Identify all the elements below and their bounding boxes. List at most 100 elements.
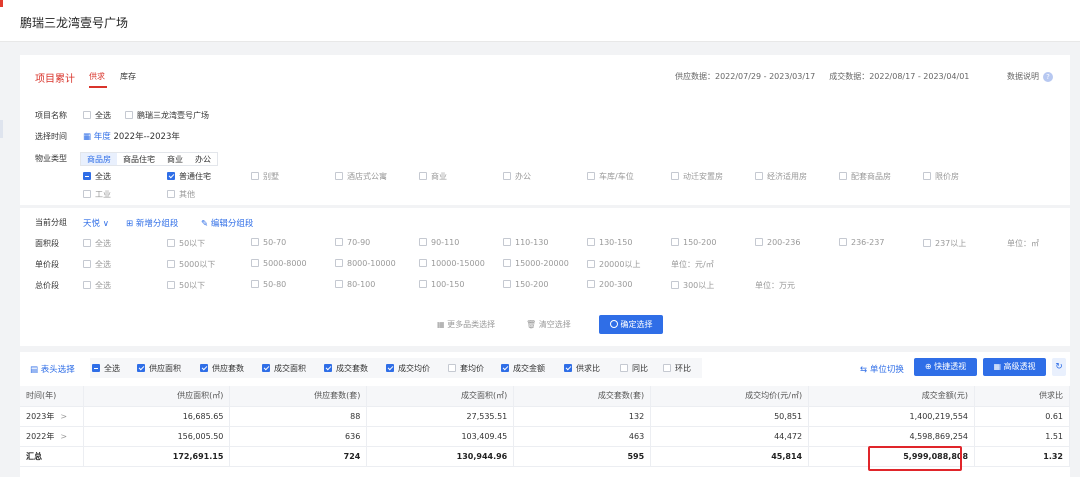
tab-supply-demand[interactable]: 供求 — [89, 71, 105, 82]
area-opt[interactable]: 90-110 — [419, 238, 459, 247]
area-opt[interactable]: 110-130 — [503, 238, 548, 247]
price-opt[interactable]: 20000以上 — [587, 259, 640, 270]
property-opt-all[interactable]: 全选 — [83, 171, 111, 182]
col-header[interactable]: 供应面积(㎡) — [83, 386, 231, 407]
property-opt-other[interactable]: 其他 — [167, 189, 195, 200]
col-opt-deal-units[interactable]: 成交套数 — [324, 363, 368, 374]
total-segment-label: 总价段 — [35, 281, 59, 290]
checkbox-icon — [251, 172, 259, 180]
more-categories-button[interactable]: ▦ 更多品类选择 — [437, 319, 495, 330]
time-label: 选择时间 — [35, 132, 67, 141]
area-opt[interactable]: 150-200 — [671, 238, 716, 247]
col-opt-avg-price[interactable]: 成交均价 — [386, 363, 430, 374]
col-opt-deal-amount[interactable]: 成交金额 — [501, 363, 545, 374]
area-opt[interactable]: 70-90 — [335, 238, 370, 247]
time-picker[interactable]: ▦ 年度 2022年--2023年 — [83, 130, 180, 142]
table-row[interactable]: 2023年 > 16,685.65 88 27,535.51 132 50,851… — [20, 406, 1070, 427]
total-opt[interactable]: 80-100 — [335, 280, 375, 289]
total-opt[interactable]: 全选 — [83, 280, 111, 291]
checkbox-icon — [262, 364, 270, 372]
refresh-button[interactable]: ↻ — [1052, 358, 1066, 376]
summary-cell: 130,944.96 — [366, 446, 515, 467]
project-option[interactable]: 鹏瑞三龙湾壹号广场 — [125, 110, 209, 121]
property-opt-resettlement[interactable]: 动迁安置房 — [671, 171, 723, 182]
subtab-office[interactable]: 办公 — [189, 153, 217, 165]
price-opt[interactable]: 5000-8000 — [251, 259, 307, 268]
quick-pivot-button[interactable]: ⊕ 快捷透视 — [914, 358, 977, 376]
price-opt[interactable]: 15000-20000 — [503, 259, 569, 268]
summary-label: 汇总 — [20, 446, 85, 467]
property-opt-parking[interactable]: 车库/车位 — [587, 171, 634, 182]
col-opt-supply-area[interactable]: 供应面积 — [137, 363, 181, 374]
grouping-select[interactable]: 天悦 ∨ — [83, 217, 109, 229]
price-opt[interactable]: 全选 — [83, 259, 111, 270]
col-opt-unit-avg[interactable]: 套均价 — [448, 363, 484, 374]
col-opt-yoy[interactable]: 同比 — [620, 363, 648, 374]
unit-switch-button[interactable]: ⇆ 单位切换 — [860, 363, 904, 375]
area-opt[interactable]: 236-237 — [839, 238, 884, 247]
side-collapse-handle[interactable] — [0, 120, 3, 138]
property-opt-office[interactable]: 办公 — [503, 171, 531, 182]
property-opt-commerce[interactable]: 商业 — [419, 171, 447, 182]
subtab-commerce[interactable]: 商业 — [161, 153, 189, 165]
advanced-pivot-button[interactable]: ▦ 高级透视 — [983, 358, 1046, 376]
property-opt-villa[interactable]: 别墅 — [251, 171, 279, 182]
col-opt-supply-units[interactable]: 供应套数 — [200, 363, 244, 374]
summary-cell: 1.32 — [974, 446, 1070, 467]
col-opt-mom[interactable]: 环比 — [663, 363, 691, 374]
tab-project-total[interactable]: 项目累计 — [35, 70, 75, 85]
total-opt[interactable]: 300以上 — [671, 280, 714, 291]
area-opt[interactable]: 50-70 — [251, 238, 286, 247]
add-group-button[interactable]: ⊞ 新增分组段 — [126, 217, 178, 229]
total-opt[interactable]: 150-200 — [503, 280, 548, 289]
clear-selection-button[interactable]: 🗑 清空选择 — [526, 319, 571, 330]
area-opt[interactable]: 200-236 — [755, 238, 800, 247]
property-opt-industrial[interactable]: 工业 — [83, 189, 111, 200]
property-opt-affordable[interactable]: 经济适用房 — [755, 171, 807, 182]
trash-icon: 🗑 — [526, 320, 537, 329]
total-opt[interactable]: 50-80 — [251, 280, 286, 289]
tab-inventory[interactable]: 库存 — [120, 71, 136, 82]
confirm-selection-button[interactable]: 确定选择 — [599, 315, 663, 334]
col-header[interactable]: 供应套数(套) — [229, 386, 368, 407]
checkbox-icon — [167, 260, 175, 268]
price-opt[interactable]: 5000以下 — [167, 259, 215, 270]
col-opt-deal-area[interactable]: 成交面积 — [262, 363, 306, 374]
table-row[interactable]: 2022年 > 156,005.50 636 103,409.45 463 44,… — [20, 426, 1070, 447]
area-opt[interactable]: 130-150 — [587, 238, 632, 247]
property-opt-supporting[interactable]: 配套商品房 — [839, 171, 891, 182]
area-opt[interactable]: 50以下 — [167, 238, 205, 249]
data-note-link[interactable]: 数据说明? — [1007, 71, 1053, 82]
price-opt[interactable]: 8000-10000 — [335, 259, 396, 268]
col-opt-all[interactable]: 全选 — [92, 363, 120, 374]
checkbox-icon — [755, 238, 763, 246]
total-opt[interactable]: 200-300 — [587, 280, 632, 289]
price-opt[interactable]: 10000-15000 — [419, 259, 485, 268]
col-header[interactable]: 时间(年) — [20, 386, 85, 407]
subtab-commercial-housing[interactable]: 商品房 — [81, 153, 117, 165]
property-opt-price-limited[interactable]: 限价房 — [923, 171, 959, 182]
row-year-cell[interactable]: 2022年 > — [20, 426, 85, 447]
edit-group-button[interactable]: ✎ 编辑分组段 — [201, 217, 253, 229]
total-unit: 单位：万元 — [755, 281, 795, 290]
col-header[interactable]: 成交金额(元) — [808, 386, 976, 407]
time-mode[interactable]: 年度 — [94, 132, 111, 142]
col-header[interactable]: 成交套数(套) — [513, 386, 652, 407]
col-header[interactable]: 成交均价(元/㎡) — [650, 386, 810, 407]
area-opt[interactable]: 全选 — [83, 238, 111, 249]
subtab-residential[interactable]: 商品住宅 — [117, 153, 161, 165]
total-opt[interactable]: 50以下 — [167, 280, 205, 291]
summary-cell: 724 — [229, 446, 368, 467]
col-header[interactable]: 供求比 — [974, 386, 1070, 407]
total-opt[interactable]: 100-150 — [419, 280, 464, 289]
property-opt-ordinary[interactable]: 普通住宅 — [167, 171, 211, 182]
col-opt-ratio[interactable]: 供求比 — [564, 363, 600, 374]
property-opt-hotel-apartment[interactable]: 酒店式公寓 — [335, 171, 387, 182]
project-select-all[interactable]: 全选 — [83, 110, 111, 121]
area-opt[interactable]: 237以上 — [923, 238, 966, 249]
col-header[interactable]: 成交面积(㎡) — [366, 386, 515, 407]
row-year-cell[interactable]: 2023年 > — [20, 406, 85, 427]
table-cell: 44,472 — [650, 426, 810, 447]
table-cell: 88 — [229, 406, 368, 427]
column-selector-label[interactable]: ▤ 表头选择 — [30, 363, 75, 375]
